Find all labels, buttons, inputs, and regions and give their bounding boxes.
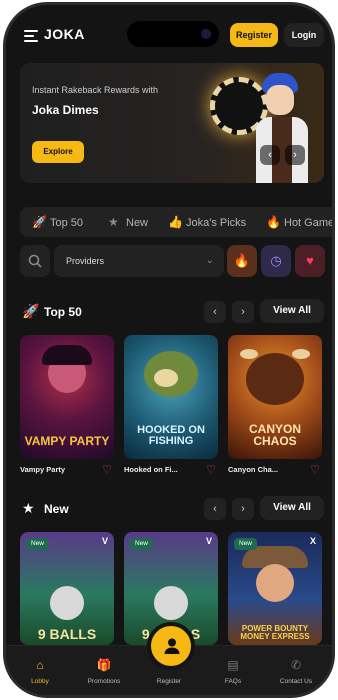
banner-next-button[interactable]: ›: [285, 145, 305, 165]
banner-subtitle: Instant Rakeback Rewards with: [32, 85, 159, 95]
game-thumbnail[interactable]: New X POWER BOUNTY MONEY EXPRESS: [228, 532, 322, 645]
register-fab-button[interactable]: [147, 622, 195, 670]
star-icon: ★: [22, 500, 35, 516]
home-icon: ⌂: [36, 658, 44, 672]
game-name: Hooked on Fi...: [124, 465, 178, 474]
banner-title: Joka Dimes: [32, 103, 99, 117]
nav-promotions[interactable]: 🎁 Promotions: [74, 646, 134, 692]
favorites-filter-button[interactable]: ♥: [295, 245, 325, 277]
providers-dropdown[interactable]: Providers ⌄: [54, 245, 224, 277]
heart-icon[interactable]: ♡: [310, 463, 320, 476]
game-art-title: HOOKED ON FISHING: [137, 424, 205, 447]
user-icon: [164, 638, 180, 654]
nav-faqs[interactable]: ▤ FAQs: [203, 646, 263, 692]
game-thumbnail[interactable]: CANYON CHAOS: [228, 335, 322, 459]
chevron-down-icon: ⌄: [205, 255, 214, 266]
provider-mark: X: [309, 536, 316, 546]
register-button[interactable]: Register: [230, 23, 278, 47]
game-art-title: POWER BOUNTY MONEY EXPRESS: [240, 624, 310, 641]
clock-icon: ◷: [270, 253, 282, 268]
joka-logo[interactable]: JOKA: [44, 26, 85, 42]
fire-icon: 🔥: [266, 215, 281, 229]
new-prev-button[interactable]: ‹: [204, 498, 226, 520]
rocket-icon: 🚀: [32, 215, 47, 229]
game-card-new-3[interactable]: New X POWER BOUNTY MONEY EXPRESS: [228, 532, 322, 645]
app-screen: JOKA Register Login Instant Rakeback Rew…: [6, 5, 332, 695]
fire-icon: 🔥: [233, 253, 251, 268]
new-badge: New: [130, 538, 154, 550]
heart-icon: ♥: [306, 253, 314, 268]
phone-frame: JOKA Register Login Instant Rakeback Rew…: [3, 2, 335, 698]
top50-view-all-button[interactable]: View All: [260, 299, 324, 323]
tab-hot-games[interactable]: 🔥Hot Games: [266, 207, 332, 237]
search-button[interactable]: [20, 245, 50, 277]
explore-button[interactable]: Explore: [32, 141, 84, 163]
new-badge: New: [26, 538, 50, 550]
game-name: Canyon Cha...: [228, 465, 279, 474]
new-badge: New: [234, 538, 258, 550]
nav-contact-us[interactable]: ✆ Contact Us: [266, 646, 326, 692]
game-thumbnail[interactable]: VAMPY PARTY: [20, 335, 114, 459]
book-icon: ▤: [227, 658, 239, 672]
gift-icon: 🎁: [96, 658, 112, 672]
top50-prev-button[interactable]: ‹: [204, 301, 226, 323]
top-header: JOKA Register Login: [6, 21, 332, 51]
game-card-new-1[interactable]: New V 9 BALLS: [20, 532, 114, 645]
provider-mark: V: [205, 536, 212, 546]
tab-new[interactable]: ★ New: [108, 207, 148, 237]
login-button[interactable]: Login: [284, 23, 324, 47]
hot-filter-button[interactable]: 🔥: [227, 245, 257, 277]
heart-icon[interactable]: ♡: [102, 463, 112, 476]
game-art-title: 9 BALLS: [37, 626, 97, 642]
tab-jokas-picks[interactable]: 👍 Joka's Picks: [168, 207, 246, 237]
provider-mark: V: [101, 536, 108, 546]
section-title: New: [44, 502, 69, 516]
thumbs-up-icon: 👍: [168, 215, 183, 229]
game-thumbnail[interactable]: HOOKED ON FISHING: [124, 335, 218, 459]
tab-top-50[interactable]: 🚀 Top 50: [32, 207, 83, 237]
new-view-all-button[interactable]: View All: [260, 496, 324, 520]
star-icon: ★: [108, 215, 119, 229]
game-art-title: CANYON CHAOS: [248, 422, 301, 448]
promo-banner[interactable]: Instant Rakeback Rewards with Joka Dimes…: [20, 63, 324, 183]
recent-filter-button[interactable]: ◷: [261, 245, 291, 277]
top50-next-button[interactable]: ›: [232, 301, 254, 323]
game-thumbnail[interactable]: New V 9 BALLS: [20, 532, 114, 645]
nav-lobby[interactable]: ⌂ Lobby: [10, 646, 70, 692]
game-card-canyon-chaos[interactable]: CANYON CHAOS Canyon Cha... ♡: [228, 335, 322, 476]
heart-icon[interactable]: ♡: [206, 463, 216, 476]
phone-icon: ✆: [290, 658, 302, 672]
top50-section-header: 🚀 Top 50 ‹ › View All: [20, 299, 324, 325]
joker-mascot-image: [252, 73, 312, 183]
new-section-header: ★ New ‹ › View All: [20, 496, 324, 522]
category-tabs: 🚀Top 50 ★New 👍Joka's Picks 🔥Hot Games: [20, 207, 332, 237]
hamburger-menu-icon[interactable]: [24, 30, 38, 42]
game-card-vampy-party[interactable]: VAMPY PARTY Vampy Party ♡: [20, 335, 114, 476]
section-title: Top 50: [44, 305, 82, 319]
game-name: Vampy Party: [20, 465, 66, 474]
game-art-title: VAMPY PARTY: [24, 434, 110, 448]
new-next-button[interactable]: ›: [232, 498, 254, 520]
banner-prev-button[interactable]: ‹: [260, 145, 280, 165]
game-card-hooked-on-fishing[interactable]: HOOKED ON FISHING Hooked on Fi... ♡: [124, 335, 218, 476]
search-icon: [28, 254, 42, 268]
rocket-icon: 🚀: [22, 303, 40, 319]
